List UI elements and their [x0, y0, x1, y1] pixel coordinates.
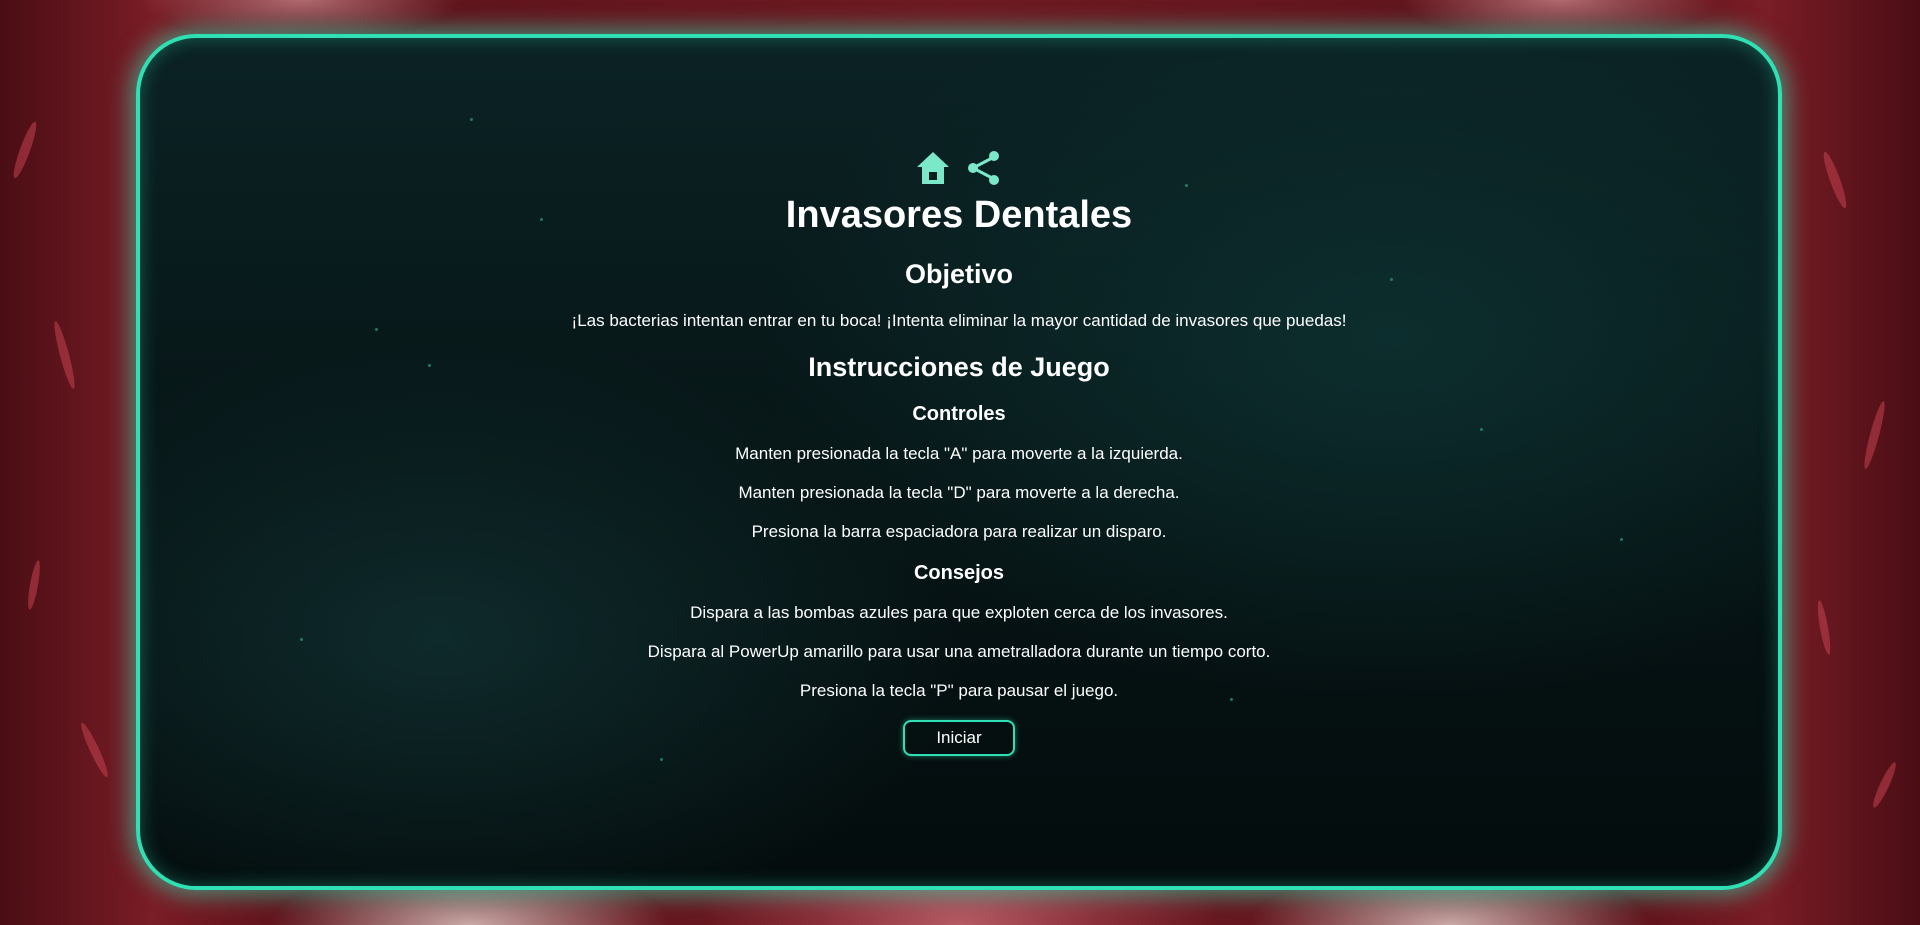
control-line-move-right: Manten presionada la tecla "D" para move…	[738, 483, 1180, 502]
background-vein	[1820, 150, 1850, 210]
instructions-content: Invasores Dentales Objetivo ¡Las bacteri…	[140, 148, 1778, 756]
background-vein	[1869, 760, 1900, 810]
background-vein	[10, 120, 40, 180]
share-icon[interactable]	[965, 149, 1003, 187]
instructions-heading: Instrucciones de Juego	[808, 352, 1110, 382]
background-vein	[1815, 599, 1833, 656]
control-line-shoot: Presiona la barra espaciadora para reali…	[751, 522, 1167, 541]
background-vein	[1861, 400, 1888, 470]
game-title: Invasores Dentales	[785, 194, 1133, 236]
background-vein	[77, 720, 112, 780]
home-icon[interactable]	[915, 150, 951, 186]
background-star	[470, 118, 473, 121]
background-vein	[25, 559, 43, 611]
tip-line-bombs: Dispara a las bombas azules para que exp…	[690, 603, 1228, 622]
start-button[interactable]: Iniciar	[903, 720, 1015, 756]
objective-text: ¡Las bacterias intentan entrar en tu boc…	[571, 311, 1347, 330]
controls-heading: Controles	[912, 403, 1006, 425]
icon-bar	[140, 148, 1778, 188]
background-vein	[51, 320, 78, 390]
tip-line-pause: Presiona la tecla "P" para pausar el jue…	[799, 681, 1119, 700]
game-instructions-panel: Invasores Dentales Objetivo ¡Las bacteri…	[136, 34, 1782, 890]
background-star	[660, 758, 663, 761]
tips-heading: Consejos	[913, 562, 1005, 584]
control-line-move-left: Manten presionada la tecla "A" para move…	[735, 444, 1183, 463]
objective-heading: Objetivo	[904, 259, 1013, 289]
tip-line-powerup: Dispara al PowerUp amarillo para usar un…	[647, 642, 1271, 661]
